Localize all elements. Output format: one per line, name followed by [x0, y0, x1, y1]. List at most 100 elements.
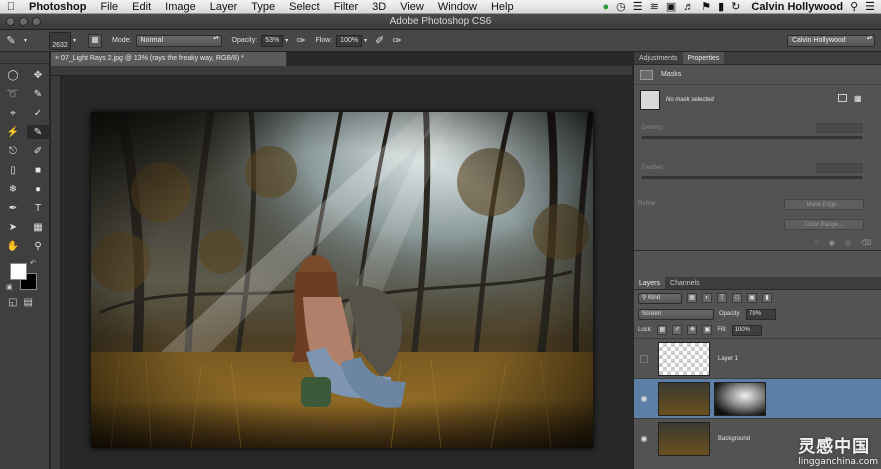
eye-icon[interactable]: ◉ [634, 394, 654, 403]
layer-row-layer1[interactable]: Layer 1 [634, 338, 881, 378]
toolbox-grip[interactable] [0, 52, 49, 64]
horizontal-ruler[interactable] [51, 66, 632, 76]
notification-icon[interactable]: ☰ [865, 0, 875, 13]
fill-field[interactable]: 100% [731, 324, 762, 336]
visibility-toggle-icon[interactable]: ◎ [845, 239, 851, 250]
menu-file[interactable]: File [93, 1, 125, 13]
feather-field[interactable] [816, 163, 862, 173]
pressure-size-icon[interactable]: ✑ [392, 34, 401, 47]
filter-type-icon[interactable]: T [717, 293, 727, 303]
app-menu[interactable]: Photoshop [22, 1, 93, 13]
shape-tool-icon[interactable]: ▦ [27, 220, 49, 234]
volume-icon[interactable]: ♬ [683, 1, 694, 13]
filter-adjustment-icon[interactable]: ◐ [702, 293, 712, 303]
menu-type[interactable]: Type [244, 1, 282, 13]
default-colors-icon[interactable]: ▣ [6, 283, 13, 291]
airbrush-icon[interactable]: ✐ [375, 34, 384, 47]
tab-properties[interactable]: Properties [682, 52, 725, 64]
blend-mode-select[interactable]: Screen [638, 308, 714, 320]
menu-window[interactable]: Window [431, 1, 484, 13]
quick-select-tool-icon[interactable]: ✎ [27, 87, 49, 101]
display-icon[interactable]: ▣ [666, 0, 676, 13]
path-select-tool-icon[interactable]: ➤ [2, 220, 24, 234]
menu-select[interactable]: Select [282, 1, 327, 13]
filter-kind-select[interactable]: ⚲ Kind [638, 292, 682, 304]
zoom-window-button[interactable] [32, 17, 41, 26]
lock-all-icon[interactable]: ▣ [702, 325, 713, 335]
lasso-tool-icon[interactable]: ➰ [2, 87, 24, 101]
screen-mode-icon[interactable]: ▤ [23, 297, 32, 308]
blur-tool-icon[interactable]: ❄ [2, 182, 24, 196]
flow-dropdown-icon[interactable]: ▾ [364, 37, 367, 44]
layer1-visibility-toggle[interactable] [640, 354, 648, 363]
lock-pixels-icon[interactable]: ✐ [672, 325, 683, 335]
density-field[interactable] [816, 123, 862, 133]
history-brush-tool-icon[interactable]: ✐ [27, 144, 49, 158]
quick-mask-icon[interactable]: ◱ [8, 297, 17, 308]
type-tool-icon[interactable]: T [27, 201, 49, 215]
battery-icon[interactable]: ▮ [718, 0, 724, 13]
feather-slider[interactable] [642, 176, 862, 179]
preset-dropdown-icon[interactable]: ▾ [24, 37, 27, 44]
document-tab[interactable]: × 07_Light Rays 2.jpg @ 13% (rays the fr… [51, 52, 287, 66]
spotlight-icon[interactable]: ⚲ [850, 0, 858, 13]
brush-tool-icon[interactable]: ✎ [27, 125, 49, 139]
vertical-ruler[interactable] [51, 76, 61, 469]
filter-shape-icon[interactable]: □ [732, 293, 742, 303]
user-name[interactable]: Calvin Hollywood [747, 1, 843, 13]
close-window-button[interactable] [6, 17, 15, 26]
delete-mask-icon[interactable]: ⌫ [861, 239, 871, 250]
swap-colors-icon[interactable]: ↶ [30, 259, 36, 267]
layer-mask-thumbnail[interactable] [714, 381, 766, 416]
filter-pixel-icon[interactable]: ▦ [687, 293, 697, 303]
zoom-tool-icon[interactable]: ⚲ [27, 239, 49, 253]
eye-icon[interactable]: ◉ [634, 434, 654, 443]
sync-icon[interactable]: ↻ [731, 0, 740, 13]
eyedropper-tool-icon[interactable]: ✓ [27, 106, 49, 120]
filter-smart-object-icon[interactable]: ▣ [747, 293, 757, 303]
crop-tool-icon[interactable]: ⌖ [2, 106, 24, 120]
lock-transparent-icon[interactable]: ▦ [657, 325, 668, 335]
menu-layer[interactable]: Layer [203, 1, 245, 13]
evernote-icon[interactable]: ● [602, 1, 609, 13]
mask-edge-button[interactable]: Mask Edge... [784, 199, 864, 210]
layer1-name[interactable]: Layer 1 [718, 356, 738, 362]
eraser-tool-icon[interactable]: ▯ [2, 163, 24, 177]
timer-icon[interactable]: ◷ [616, 0, 626, 13]
minimize-window-button[interactable] [19, 17, 28, 26]
layer-row-selected[interactable]: ◉ [634, 378, 881, 418]
flag-icon[interactable]: ⚑ [701, 0, 711, 13]
workspace-select[interactable]: Calvin Hollywood [787, 34, 875, 47]
menu-help[interactable]: Help [484, 1, 521, 13]
clone-stamp-tool-icon[interactable]: ⎋ [2, 144, 24, 158]
density-slider[interactable] [642, 136, 862, 139]
brush-tool-preset-icon[interactable]: ✎ [0, 34, 22, 47]
lock-position-icon[interactable]: ✥ [687, 325, 698, 335]
gradient-tool-icon[interactable]: ■ [27, 163, 49, 177]
menu-view[interactable]: View [393, 1, 431, 13]
menu-edit[interactable]: Edit [125, 1, 158, 13]
color-range-button[interactable]: Color Range... [784, 219, 864, 230]
tab-channels[interactable]: Channels [665, 277, 705, 289]
hand-tool-icon[interactable]: ✋ [2, 239, 24, 253]
brush-size-picker[interactable]: 2632 [49, 31, 72, 50]
tab-adjustments[interactable]: Adjustments [634, 52, 683, 64]
brush-picker-dropdown-icon[interactable]: ▾ [73, 37, 76, 44]
move-tool-icon[interactable]: ✥ [27, 68, 49, 82]
foreground-color-swatch[interactable] [10, 263, 27, 280]
layer-opacity-field[interactable]: 79% [746, 308, 777, 320]
dodge-tool-icon[interactable]: ● [27, 182, 49, 196]
pixel-mask-icon[interactable] [838, 94, 847, 102]
opacity-field[interactable]: 53% [261, 34, 284, 47]
marquee-tool-icon[interactable]: ◯ [2, 68, 24, 82]
menu-3d[interactable]: 3D [365, 1, 393, 13]
flow-field[interactable]: 100% [336, 34, 363, 47]
background-layer-name[interactable]: Background [718, 436, 750, 442]
vector-mask-icon[interactable]: ▦ [854, 94, 862, 103]
apple-menu-icon[interactable]:  [0, 1, 22, 13]
close-document-icon[interactable]: × [55, 55, 59, 62]
opacity-dropdown-icon[interactable]: ▾ [285, 37, 288, 44]
healing-brush-tool-icon[interactable]: ⚡ [2, 125, 24, 139]
filter-toggle-icon[interactable]: ▮ [762, 293, 772, 303]
menu-image[interactable]: Image [158, 1, 203, 13]
